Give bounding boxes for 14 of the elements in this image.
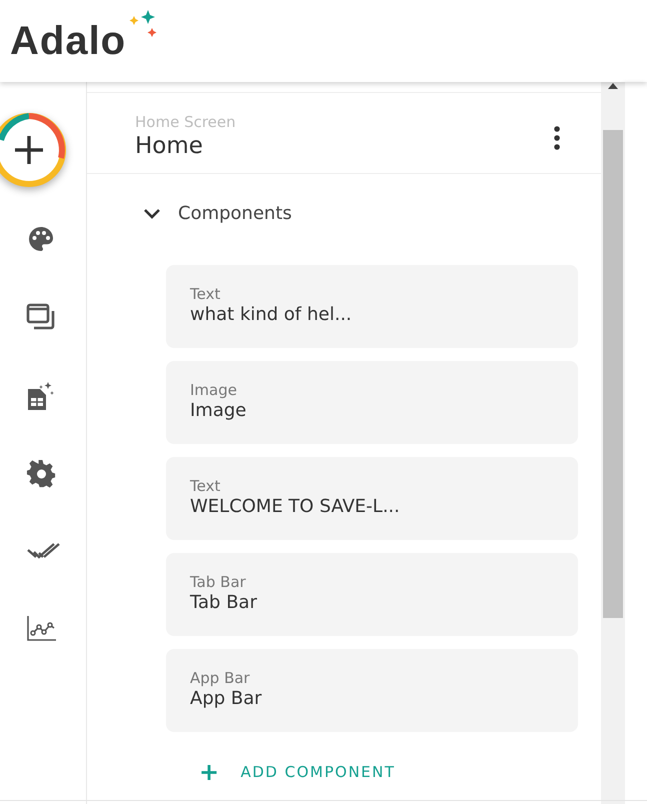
section-title[interactable]: Components [178,200,292,227]
chevron-icon[interactable] [142,206,162,220]
add-button[interactable] [0,110,69,190]
component-item[interactable]: Text WELCOME TO SAVE-L... [166,457,578,540]
component-item[interactable]: Text what kind of hel... [166,265,578,348]
more-icon[interactable] [553,125,561,151]
component-item[interactable]: Tab Bar Tab Bar [166,553,578,636]
component-item[interactable]: App Bar App Bar [166,649,578,732]
scroll-up-icon[interactable] [607,82,619,90]
logo-text: Adalo [10,21,126,61]
screen-caption: Home Screen [135,113,236,131]
scrollbar[interactable] [601,82,625,804]
screen-title: Home [135,132,204,161]
component-item[interactable]: Image Image [166,361,578,444]
